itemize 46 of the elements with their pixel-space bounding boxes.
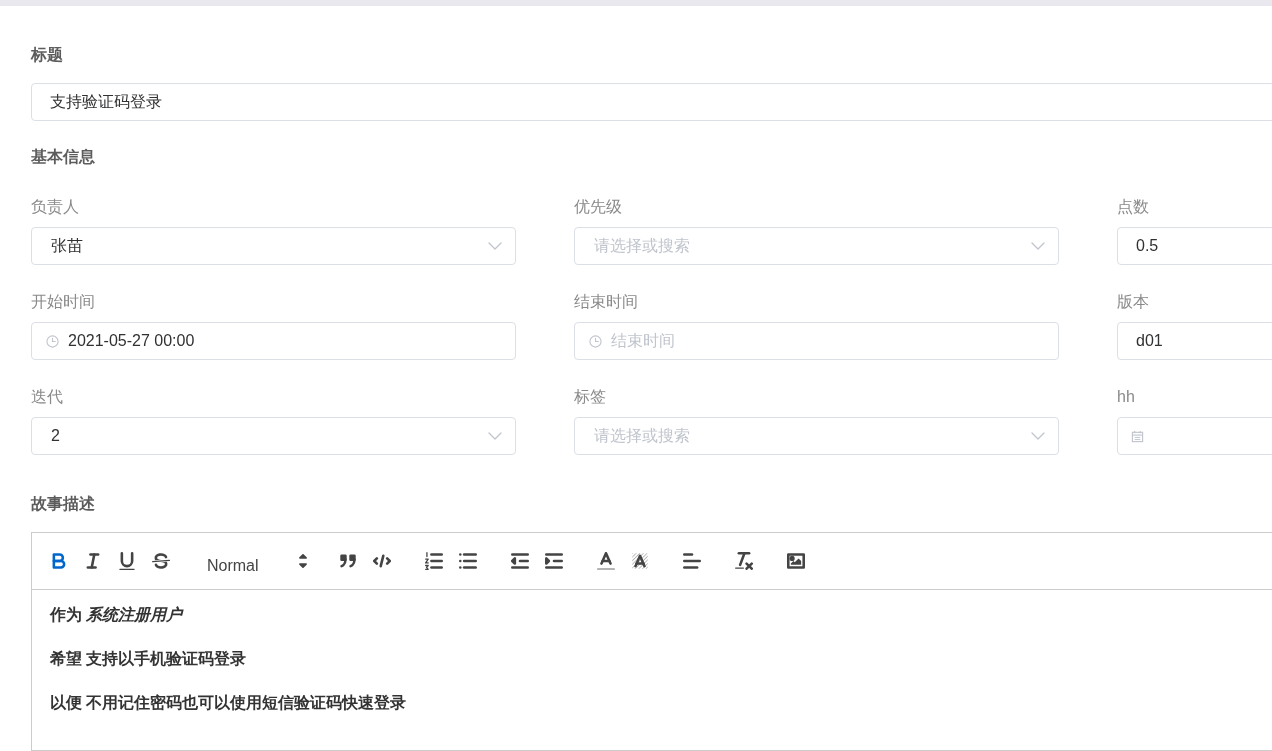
- paragraph: 作为 系统注册用户: [50, 605, 183, 625]
- align-left-icon: [683, 552, 701, 570]
- field-label: 版本: [1117, 292, 1149, 312]
- paragraph: 希望 支持以手机验证码登录: [50, 649, 247, 669]
- field-label: 开始时间: [31, 292, 95, 312]
- underline-icon: [118, 552, 136, 570]
- clock-icon: [46, 334, 59, 348]
- text-field[interactable]: 0.5: [1117, 227, 1272, 265]
- field-label: 优先级: [574, 197, 622, 217]
- field-label: hh: [1117, 387, 1135, 407]
- clock-icon: [589, 334, 602, 348]
- bold-icon: [50, 552, 68, 570]
- heading-dropdown[interactable]: Normal: [196, 546, 313, 576]
- strikethrough-icon: [152, 552, 170, 570]
- field-label: 点数: [1117, 197, 1149, 217]
- indent-icon: [545, 552, 563, 570]
- sort-arrows-icon: [299, 554, 307, 568]
- code-icon: [373, 552, 391, 570]
- text-color-icon: [597, 552, 615, 570]
- field-label: 标签: [574, 387, 606, 407]
- field-label: 结束时间: [574, 292, 638, 312]
- description-label: 故事描述: [31, 494, 95, 514]
- chevron-down-icon: [1031, 432, 1045, 440]
- title-field[interactable]: 支持验证码登录: [31, 83, 1272, 121]
- image-icon: [787, 552, 805, 570]
- bullet-list-icon: [459, 552, 477, 570]
- section-heading: 基本信息: [31, 147, 95, 167]
- text-field[interactable]: d01: [1117, 322, 1272, 360]
- highlight-icon: [631, 552, 649, 570]
- time-field[interactable]: 2021-05-27 00:00: [31, 322, 516, 360]
- quote-icon: [339, 552, 357, 570]
- outdent-icon: [511, 552, 529, 570]
- calendar-icon: [1131, 429, 1144, 443]
- field-label: 迭代: [31, 387, 63, 407]
- numbered-list-icon: [425, 552, 443, 570]
- chevron-down-icon: [1031, 242, 1045, 250]
- title-label: 标题: [31, 45, 63, 65]
- select-field[interactable]: 2: [31, 417, 516, 455]
- editor-content[interactable]: 作为 系统注册用户 希望 支持以手机验证码登录 以便 不用记住密码也可以使用短信验证码快速登录: [32, 590, 1272, 750]
- chevron-down-icon: [488, 432, 502, 440]
- italic-icon: [84, 552, 102, 570]
- select-field[interactable]: 张苗: [31, 227, 516, 265]
- field-label: 负责人: [31, 197, 79, 217]
- clear-format-icon: [735, 552, 753, 570]
- chevron-down-icon: [488, 242, 502, 250]
- paragraph: 以便 不用记住密码也可以使用短信验证码快速登录: [50, 693, 407, 713]
